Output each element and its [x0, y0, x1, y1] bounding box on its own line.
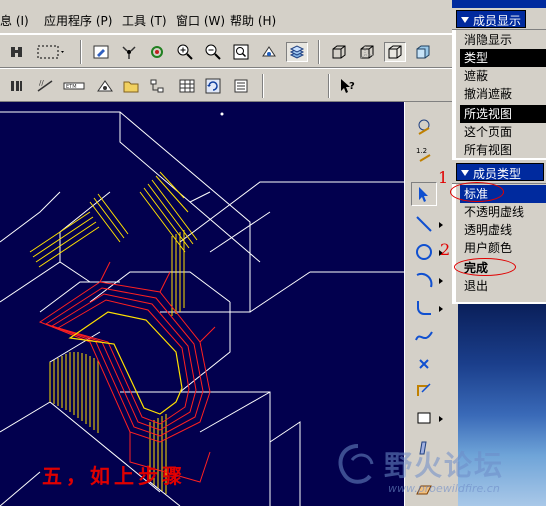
menu-item-unblank[interactable]: 撤消遮蔽 — [460, 85, 546, 103]
shading-icon[interactable] — [412, 42, 434, 62]
datum-axis-icon[interactable]: ETM — [60, 76, 88, 96]
menu-window[interactable]: 窗口 (W) — [176, 12, 225, 29]
circle-tool-icon[interactable] — [411, 240, 437, 264]
regenerate-icon[interactable] — [202, 76, 224, 96]
wireframe-icon[interactable] — [328, 42, 350, 62]
toolbar-datum: // ETM 0 ? — [0, 68, 452, 161]
saved-views-icon[interactable] — [286, 42, 308, 62]
menu-item-all-views[interactable]: 所有视图 — [460, 141, 546, 159]
layer-icon[interactable] — [94, 76, 116, 96]
refit-icon[interactable] — [230, 42, 252, 62]
properties-icon[interactable] — [230, 76, 252, 96]
datum-plane-icon[interactable]: // — [34, 76, 56, 96]
svg-text:1.2: 1.2 — [416, 147, 427, 155]
spin-center-icon[interactable] — [118, 42, 140, 62]
toolbar-separator — [262, 74, 264, 98]
svg-text:ETM: ETM — [66, 84, 77, 90]
menu-item-this-page[interactable]: 这个页面 — [460, 123, 546, 141]
line-tool-icon[interactable] — [411, 212, 437, 236]
menu-item-opaque-dashed[interactable]: 不透明虚线 — [460, 203, 546, 221]
annotation-number-1: 1 — [438, 168, 449, 187]
zoom-in-icon[interactable] — [174, 42, 196, 62]
svg-text:?: ? — [349, 81, 355, 92]
member-type-header: 成员类型 — [452, 160, 546, 184]
menu-item-user-color[interactable]: 用户颜色 — [460, 239, 546, 257]
feature-icon[interactable] — [6, 76, 28, 96]
annotation-circle-1 — [450, 182, 504, 202]
menu-item-hidden-display[interactable]: 消隐显示 — [460, 31, 546, 49]
table-icon[interactable] — [176, 76, 198, 96]
toolbar-view — [0, 34, 452, 68]
watermark-logo-icon — [338, 444, 374, 484]
use-edge-icon[interactable] — [411, 378, 437, 402]
member-display-header: 成员显示 — [452, 8, 546, 30]
member-display-label: 成员显示 — [473, 14, 522, 28]
menu-help[interactable]: 帮助 (H) — [230, 12, 276, 29]
flyout-arrow[interactable] — [439, 306, 443, 312]
menu-bar: 息 (I) 应用程序 (P) 工具 (T) 窗口 (W) 帮助 (H) — [0, 0, 452, 34]
toolbar-separator — [328, 74, 330, 98]
menu-item-selected-view[interactable]: 所选视图 — [460, 105, 546, 123]
collapse-icon — [461, 17, 469, 23]
reorient-icon[interactable] — [258, 42, 280, 62]
pan-icon[interactable] — [6, 42, 28, 62]
menu-item-type[interactable]: 类型 — [460, 49, 546, 67]
sketcher-display-icon[interactable] — [411, 116, 437, 140]
menu-info[interactable]: 息 (I) — [0, 12, 29, 29]
annotation-circle-2 — [454, 258, 516, 276]
spline-tool-icon[interactable] — [411, 324, 437, 348]
menu-item-blank[interactable]: 遮蔽 — [460, 67, 546, 85]
hidden-line-icon[interactable] — [356, 42, 378, 62]
folder-icon[interactable] — [120, 76, 142, 96]
network-icon[interactable] — [146, 76, 168, 96]
flyout-arrow[interactable] — [439, 278, 443, 284]
collapse-icon — [461, 170, 469, 176]
forum-watermark: 野火论坛 www.proewildfire.cn — [332, 436, 546, 506]
zoom-out-icon[interactable] — [202, 42, 224, 62]
watermark-url: www.proewildfire.cn — [388, 482, 500, 495]
menu-manager-title — [452, 0, 546, 8]
flyout-arrow[interactable] — [439, 222, 443, 228]
select-box-icon[interactable] — [32, 42, 68, 62]
toolbar-separator — [80, 40, 82, 64]
menu-item-transparent-dashed[interactable]: 透明虚线 — [460, 221, 546, 239]
no-hidden-icon[interactable] — [384, 42, 406, 62]
member-type-label: 成员类型 — [473, 167, 522, 181]
menu-tools[interactable]: 工具 (T) — [122, 12, 167, 29]
flyout-arrow[interactable] — [439, 416, 443, 422]
fillet-tool-icon[interactable] — [411, 296, 437, 320]
menu-item-quit[interactable]: 退出 — [460, 277, 546, 295]
menu-applications[interactable]: 应用程序 (P) — [44, 12, 112, 29]
text-tool-icon[interactable] — [411, 406, 437, 430]
watermark-text: 野火论坛 — [384, 449, 505, 482]
member-type-title[interactable]: 成员类型 — [456, 163, 544, 181]
context-help-icon[interactable]: ? — [336, 76, 358, 96]
annotation-number-2: 2 — [440, 240, 451, 259]
svg-text://: // — [39, 79, 44, 87]
repaint-icon[interactable] — [90, 42, 112, 62]
toolbar-separator — [318, 40, 320, 64]
arc-tool-icon[interactable] — [411, 268, 437, 292]
orient-icon[interactable] — [146, 42, 168, 62]
step-caption: 五，如上步骤 — [42, 464, 186, 488]
dimension-display-icon[interactable]: 1.2 — [411, 142, 437, 166]
point-tool-icon[interactable] — [411, 352, 437, 376]
member-display-title[interactable]: 成员显示 — [456, 10, 527, 28]
app-window: 息 (I) 应用程序 (P) 工具 (T) 窗口 (W) 帮助 (H) // E… — [0, 0, 546, 506]
select-arrow-icon[interactable] — [411, 182, 437, 206]
